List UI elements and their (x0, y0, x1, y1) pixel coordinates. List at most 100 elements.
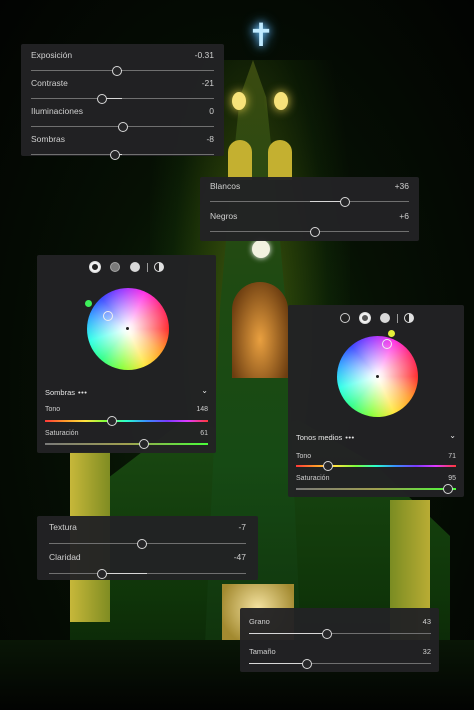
basic-adjustments-panel: Exposición -0.31 Contraste -21 Iluminaci… (21, 44, 224, 160)
whites-slider-handle[interactable] (340, 196, 351, 207)
size-slider-row: Tamaño 32 (249, 647, 431, 677)
grading-mode-selector (288, 305, 464, 331)
chevron-down-icon[interactable]: ⌄ (449, 431, 456, 440)
midtones-color-wheel[interactable] (337, 336, 418, 417)
saturation-value: 61 (200, 430, 208, 437)
grain-label: Grano (249, 617, 270, 626)
shadows-mode-icon[interactable] (340, 313, 350, 323)
lit-arch (228, 140, 252, 180)
contrast-track[interactable] (31, 98, 214, 99)
grain-fill (249, 633, 328, 634)
shadows-sat-pin[interactable] (85, 300, 92, 307)
contrast-value: -21 (201, 78, 214, 88)
clarity-value: -47 (233, 552, 246, 562)
highlights-label: Iluminaciones (31, 106, 83, 116)
belfry-light (232, 92, 246, 110)
texture-value: -7 (238, 522, 246, 532)
shadows-hue-handle[interactable] (103, 311, 113, 321)
belfry-light (274, 92, 288, 110)
highlights-slider-row: Iluminaciones 0 (31, 106, 214, 134)
clarity-track[interactable] (49, 573, 246, 574)
cross-icon: ✝ (247, 17, 275, 53)
saturation-track[interactable] (296, 488, 456, 490)
wheel-center (126, 327, 129, 330)
size-label: Tamaño (249, 647, 276, 656)
saturation-slider-handle[interactable] (443, 484, 453, 494)
grain-value: 43 (422, 617, 431, 626)
grain-panel: Grano 43 Tamaño 32 (240, 608, 439, 672)
texture-slider-row: Textura -7 (49, 522, 246, 552)
mode-divider (397, 314, 398, 323)
whites-value: +36 (394, 181, 409, 191)
shadows-color-wheel[interactable] (87, 288, 169, 370)
hue-track[interactable] (296, 465, 456, 467)
shadows-label: Sombras (31, 134, 66, 144)
size-fill (249, 663, 308, 664)
contrast-label: Contraste (31, 78, 68, 88)
hue-slider-handle[interactable] (323, 461, 333, 471)
shadows-slider-row: Sombras -8 (31, 134, 214, 162)
grain-slider-row: Grano 43 (249, 617, 431, 647)
shadows-track[interactable] (31, 154, 214, 155)
blacks-value: +6 (399, 211, 409, 221)
exposure-value: -0.31 (194, 50, 214, 60)
exposure-track[interactable] (31, 70, 214, 71)
saturation-label: Saturación (296, 475, 330, 482)
blacks-slider-handle[interactable] (310, 226, 321, 237)
detail-panel: Textura -7 Claridad -47 (37, 516, 258, 580)
clarity-label: Claridad (49, 552, 81, 562)
texture-track[interactable] (49, 543, 246, 544)
more-icon[interactable]: ••• (345, 433, 354, 442)
more-icon[interactable]: ••• (78, 388, 87, 397)
clock-face (252, 240, 270, 258)
exposure-slider-row: Exposición -0.31 (31, 50, 214, 78)
grading-section-title: Sombras ••• (45, 388, 88, 397)
midtones-mode-icon[interactable] (110, 262, 120, 272)
texture-slider-handle[interactable] (136, 538, 147, 549)
clarity-slider-row: Claridad -47 (49, 552, 246, 582)
saturation-value: 95 (448, 475, 456, 482)
midtones-sat-pin[interactable] (388, 330, 395, 337)
wheel-center (376, 375, 379, 378)
whites-slider-row: Blancos +36 (210, 181, 409, 211)
blacks-slider-row: Negros +6 (210, 211, 409, 241)
clarity-slider-handle[interactable] (97, 568, 108, 579)
grading-mode-selector (37, 255, 216, 281)
hue-value: 71 (448, 453, 456, 460)
exposure-label: Exposición (31, 50, 73, 60)
shadows-mode-icon[interactable] (90, 262, 100, 272)
highlights-slider-handle[interactable] (117, 121, 128, 132)
size-slider-handle[interactable] (302, 658, 313, 669)
rose-window (232, 282, 288, 378)
tone-panel: Blancos +36 Negros +6 (200, 177, 419, 241)
lit-arch (268, 140, 292, 180)
mode-divider (147, 263, 148, 272)
highlights-mode-icon[interactable] (380, 313, 390, 323)
split-circle-icon[interactable] (154, 262, 164, 272)
shadows-slider-handle[interactable] (110, 149, 121, 160)
hue-value: 148 (196, 406, 208, 413)
midtones-mode-icon[interactable] (360, 313, 370, 323)
saturation-label: Saturación (45, 430, 79, 437)
hue-label: Tono (296, 453, 312, 460)
hue-track[interactable] (45, 420, 208, 422)
clarity-fill (102, 573, 148, 574)
grain-slider-handle[interactable] (322, 628, 333, 639)
color-grading-midtones-panel: Tonos medios ••• ⌄ Tono 71 Saturación 95 (288, 305, 464, 497)
saturation-slider-handle[interactable] (139, 439, 150, 449)
shadows-value: -8 (206, 134, 214, 144)
texture-label: Textura (49, 522, 77, 532)
exposure-slider-handle[interactable] (112, 65, 122, 76)
hue-slider-handle[interactable] (106, 416, 117, 426)
hue-label: Tono (45, 406, 61, 413)
midtones-hue-handle[interactable] (382, 339, 392, 349)
highlights-mode-icon[interactable] (130, 262, 140, 272)
highlights-value: 0 (209, 106, 214, 116)
split-circle-icon[interactable] (404, 313, 414, 323)
color-grading-shadows-panel: Sombras ••• ⌄ Tono 148 Saturación 61 (37, 255, 216, 453)
saturation-track[interactable] (45, 443, 208, 445)
chevron-down-icon[interactable]: ⌄ (201, 386, 208, 395)
whites-label: Blancos (210, 181, 241, 191)
contrast-slider-handle[interactable] (97, 93, 108, 104)
blacks-label: Negros (210, 211, 238, 221)
